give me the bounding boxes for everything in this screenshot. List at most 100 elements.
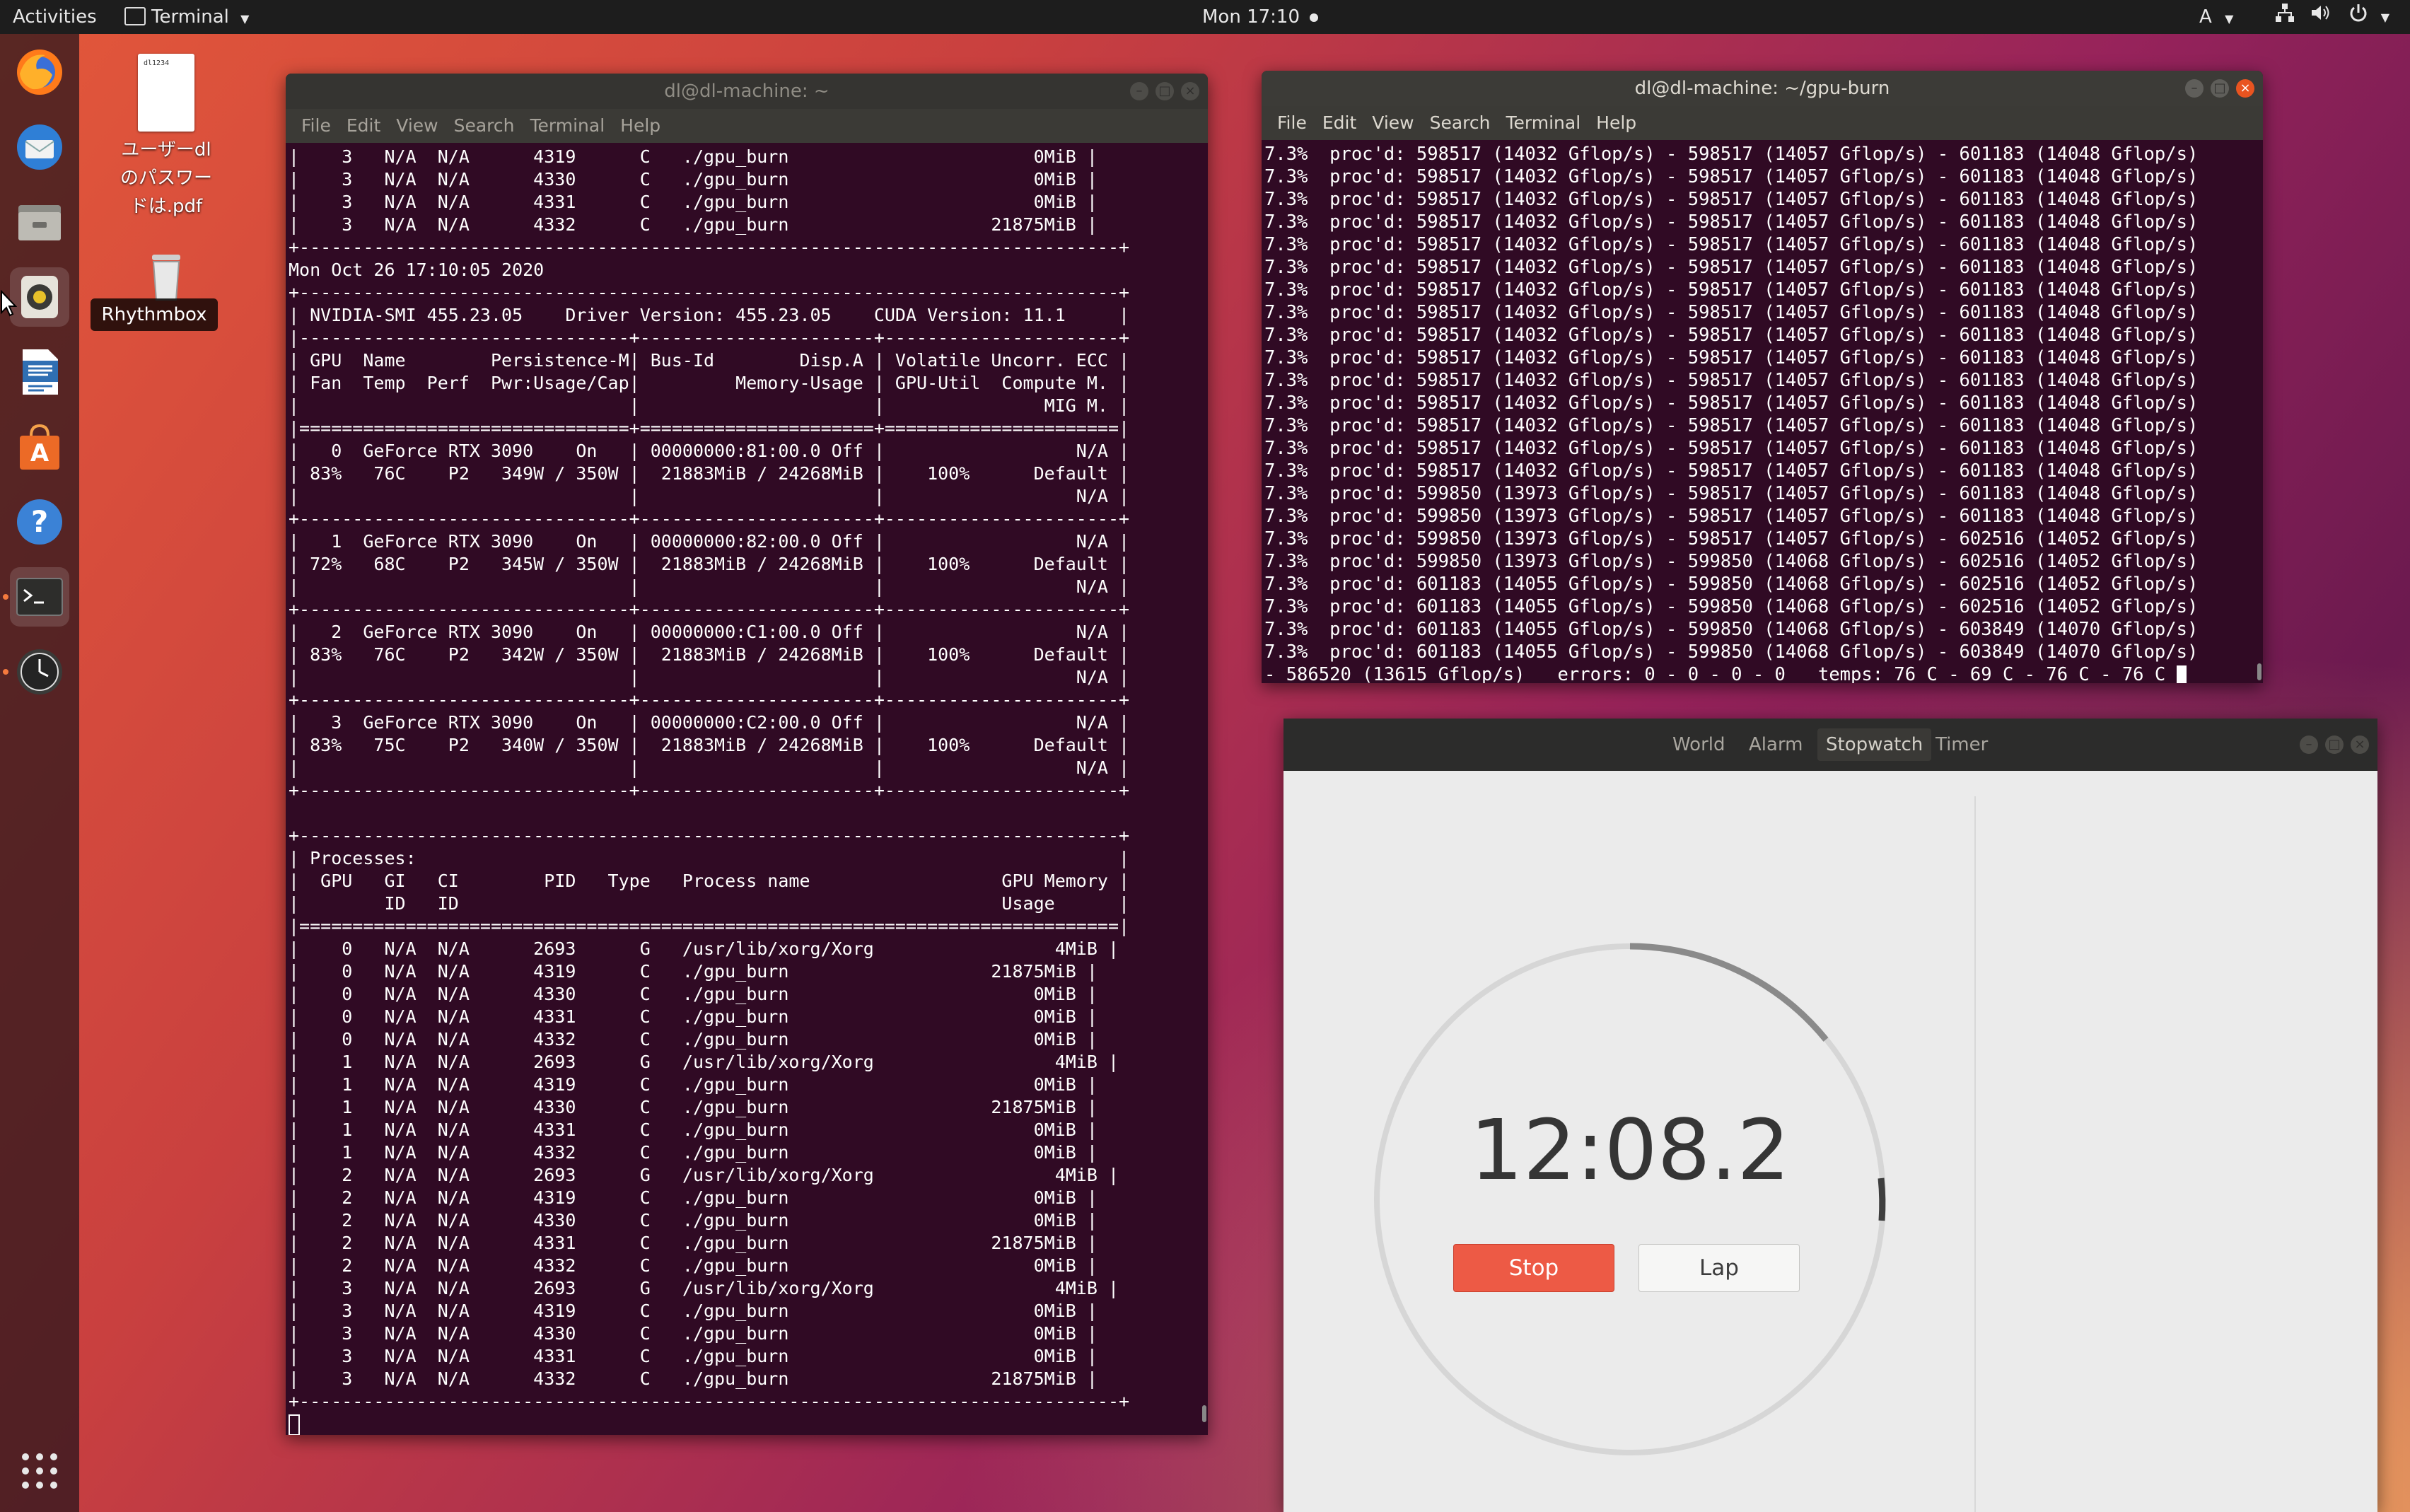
- terminal-line: | | | N/A |: [289, 486, 1130, 506]
- desktop-trash[interactable]: [138, 248, 194, 304]
- minimize-button[interactable]: –: [2185, 79, 2204, 98]
- maximize-button[interactable]: □: [2211, 79, 2229, 98]
- menu-terminal[interactable]: Terminal: [1506, 106, 1581, 140]
- dock-files[interactable]: [10, 192, 69, 252]
- system-menu[interactable]: ▼: [2274, 0, 2389, 34]
- close-button[interactable]: ×: [2236, 79, 2254, 98]
- terminal-line: | 0 N/A N/A 4319 C ./gpu_burn 21875MiB |: [289, 961, 1098, 982]
- terminal-line: | GPU GI CI PID Type Process name GPU Me…: [289, 871, 1130, 891]
- menu-help[interactable]: Help: [620, 109, 660, 143]
- menu-search[interactable]: Search: [454, 109, 515, 143]
- app-menu[interactable]: Terminal ▼: [124, 0, 249, 34]
- terminal-line: +---------------------------------------…: [289, 825, 1130, 846]
- terminal-line: 7.3% proc'd: 601183 (14055 Gflop/s) - 59…: [1264, 574, 2199, 595]
- menu-terminal[interactable]: Terminal: [530, 109, 605, 143]
- terminal-line: | 1 N/A N/A 2693 G /usr/lib/xorg/Xorg 4M…: [289, 1052, 1119, 1072]
- svg-text:?: ?: [31, 504, 48, 539]
- terminal-app-icon: [124, 6, 146, 25]
- desktop-file-label-line: のパスワー: [120, 168, 212, 189]
- chevron-down-icon: ▼: [2380, 10, 2390, 24]
- thunderbird-icon: [17, 124, 62, 170]
- terminal-line: 7.3% proc'd: 601183 (14055 Gflop/s) - 59…: [1264, 641, 2199, 663]
- terminal-status-line: - 586520 (13615 Gflop/s) errors: 0 - 0 -…: [1264, 663, 2263, 683]
- terminal-line: | 1 N/A N/A 4319 C ./gpu_burn 0MiB |: [289, 1074, 1098, 1095]
- input-source-label: A: [2199, 6, 2212, 28]
- minimize-button[interactable]: –: [1130, 82, 1148, 100]
- rhythmbox-icon: [21, 276, 58, 318]
- laps-panel-divider: [1974, 796, 1976, 1512]
- mouse-pointer-icon: [0, 290, 17, 317]
- menu-help[interactable]: Help: [1596, 106, 1636, 140]
- menu-edit[interactable]: Edit: [347, 109, 380, 143]
- tab-alarm[interactable]: Alarm: [1740, 728, 1812, 761]
- maximize-button[interactable]: □: [2325, 735, 2344, 754]
- menu-edit[interactable]: Edit: [1322, 106, 1356, 140]
- menu-view[interactable]: View: [1372, 106, 1414, 140]
- maximize-button[interactable]: □: [1155, 82, 1174, 100]
- tab-timer[interactable]: Timer: [1927, 728, 1996, 761]
- menu-search[interactable]: Search: [1430, 106, 1491, 140]
- terminal-line: 7.3% proc'd: 598517 (14032 Gflop/s) - 59…: [1264, 234, 2199, 255]
- dock-clocks[interactable]: [10, 642, 69, 702]
- menu-file[interactable]: File: [301, 109, 331, 143]
- pdf-file-icon: dl1234: [138, 54, 194, 132]
- close-button[interactable]: ×: [2351, 735, 2369, 754]
- menu-view[interactable]: View: [396, 109, 438, 143]
- terminal-line: | 0 N/A N/A 4332 C ./gpu_burn 0MiB |: [289, 1029, 1098, 1049]
- show-applications-button[interactable]: [10, 1441, 69, 1501]
- dock-writer[interactable]: [10, 342, 69, 402]
- terminal-line: | 3 N/A N/A 4319 C ./gpu_burn 0MiB |: [289, 146, 1098, 167]
- notification-dot-icon: [1310, 13, 1319, 22]
- terminal-line: Mon Oct 26 17:10:05 2020: [289, 260, 545, 280]
- network-icon: [2274, 1, 2295, 35]
- terminal-line: 7.3% proc'd: 599850 (13973 Gflop/s) - 59…: [1264, 506, 2199, 527]
- terminal-line: | 2 N/A N/A 2693 G /usr/lib/xorg/Xorg 4M…: [289, 1165, 1119, 1185]
- clock-label: Mon 17:10: [1202, 6, 1300, 28]
- dock-software[interactable]: A: [10, 417, 69, 477]
- terminal-line: | NVIDIA-SMI 455.23.05 Driver Version: 4…: [289, 305, 1130, 325]
- terminal-line: 7.3% proc'd: 598517 (14032 Gflop/s) - 59…: [1264, 325, 2199, 346]
- dock-help[interactable]: ?: [10, 492, 69, 552]
- terminal-line: 7.3% proc'd: 598517 (14032 Gflop/s) - 59…: [1264, 438, 2199, 459]
- clocks-window[interactable]: World Alarm Stopwatch Timer – □ × 12:08.2 …: [1283, 719, 2377, 1512]
- terminal-line: 7.3% proc'd: 599850 (13973 Gflop/s) - 59…: [1264, 483, 2199, 504]
- app-grid-icon: [22, 1453, 57, 1489]
- terminal-line: | 3 GeForce RTX 3090 On | 00000000:C2:00…: [289, 712, 1130, 733]
- file-thumbnail-text: dl1234: [144, 59, 170, 67]
- activities-button[interactable]: Activities: [13, 0, 97, 34]
- input-source-menu[interactable]: A ▼: [2199, 0, 2233, 34]
- window-controls: – □ ×: [1123, 82, 1199, 100]
- dock-rhythmbox[interactable]: [10, 267, 69, 327]
- scrollbar[interactable]: [2257, 663, 2261, 680]
- terminal-output[interactable]: | 3 N/A N/A 4319 C ./gpu_burn 0MiB | | 3 …: [286, 143, 1208, 1435]
- dock-terminal[interactable]: [10, 567, 69, 627]
- files-icon: [18, 205, 61, 240]
- tab-world[interactable]: World: [1664, 728, 1734, 761]
- dock-firefox[interactable]: [10, 42, 69, 102]
- software-center-icon: A: [20, 424, 59, 470]
- menu-file[interactable]: File: [1277, 106, 1307, 140]
- terminal-status-text: - 586520 (13615 Gflop/s) errors: 0 - 0 -…: [1264, 664, 2177, 683]
- desktop-file-label-line: ユーザーdl: [121, 139, 211, 161]
- desktop-file-pdf[interactable]: dl1234 ユーザーdl のパスワー ドは.pdf: [106, 54, 226, 221]
- minimize-button[interactable]: –: [2300, 735, 2318, 754]
- running-indicator: [3, 669, 8, 675]
- clocks-header: World Alarm Stopwatch Timer – □ ×: [1283, 719, 2377, 771]
- terminal-line: | 83% 76C P2 342W / 350W | 21883MiB / 24…: [289, 644, 1130, 665]
- stop-button[interactable]: Stop: [1453, 1244, 1614, 1292]
- clock-menu[interactable]: Mon 17:10: [1202, 0, 1319, 34]
- terminal-line: | 0 N/A N/A 4331 C ./gpu_burn 0MiB |: [289, 1006, 1098, 1027]
- terminal-line: | | | N/A |: [289, 667, 1130, 687]
- tab-stopwatch[interactable]: Stopwatch: [1817, 728, 1932, 761]
- terminal-window-nvidia-smi[interactable]: dl@dl-machine: ~ – □ × File Edit View Search T…: [286, 74, 1208, 1435]
- terminal-line: | 3 N/A N/A 2693 G /usr/lib/xorg/Xorg 4M…: [289, 1278, 1119, 1298]
- scrollbar[interactable]: [1202, 1405, 1206, 1422]
- dock-thunderbird[interactable]: [10, 117, 69, 177]
- terminal-window-gpu-burn[interactable]: dl@dl-machine: ~/gpu-burn – □ × File Edit Vi…: [1262, 71, 2263, 683]
- terminal-line: +-------------------------------+-------…: [289, 508, 1130, 529]
- terminal-output[interactable]: 7.3% proc'd: 598517 (14032 Gflop/s) - 59…: [1262, 140, 2263, 683]
- lap-button[interactable]: Lap: [1638, 1244, 1800, 1292]
- terminal-line: | Fan Temp Perf Pwr:Usage/Cap| Memory-Us…: [289, 373, 1130, 393]
- close-button[interactable]: ×: [1181, 82, 1199, 100]
